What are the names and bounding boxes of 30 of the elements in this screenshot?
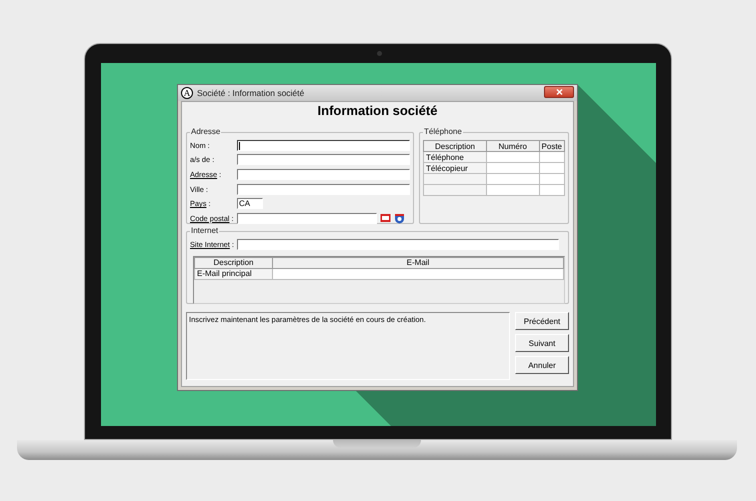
input-field[interactable]: CA [237,198,263,210]
input-field[interactable] [237,154,410,166]
input-field[interactable] [237,168,410,180]
close-icon [556,88,562,94]
group-label: Adresse [190,128,222,136]
form-heading: Information société [316,102,438,120]
column-header: Poste [539,140,564,152]
text-cursor [239,142,240,150]
input-field[interactable] [237,212,377,224]
card-icon[interactable] [380,213,391,224]
camera-icon [377,51,382,56]
group-label: Téléphone [423,128,463,136]
dialog-button[interactable]: Suivant [515,334,569,352]
table-cell: Téléphone [424,152,486,162]
group-label: Internet [190,227,220,235]
input-field[interactable] [237,184,410,195]
window-title: Société : Information société [197,88,306,98]
dialog-button[interactable]: Annuler [515,356,569,374]
table-cell: E-Mail principal [194,268,272,280]
column-header: Description [194,257,272,268]
close-button[interactable] [544,86,574,98]
column-header: Numéro [486,140,540,152]
dialog-button[interactable]: Précédent [515,312,569,330]
app-logo: A [181,87,193,99]
input-field[interactable] [237,140,410,151]
column-header: Description [424,140,486,152]
table-cell: Télécopieur [424,162,486,174]
shield-icon[interactable] [394,212,405,224]
input-field[interactable] [237,238,559,250]
column-header: E-Mail [272,257,564,268]
